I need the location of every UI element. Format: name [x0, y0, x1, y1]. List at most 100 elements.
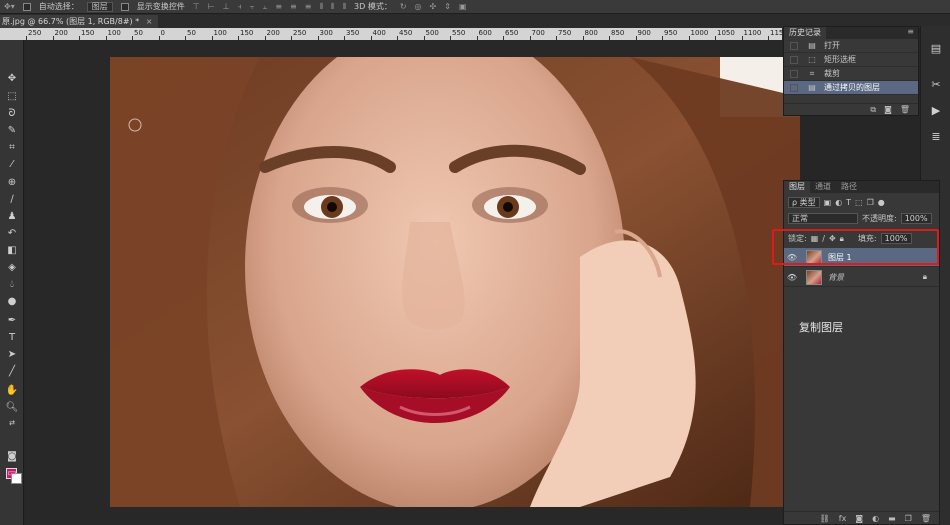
portrait-photo[interactable]	[110, 57, 800, 507]
screen-mode-icon[interactable]: ▭	[5, 467, 19, 480]
paint-bucket-icon[interactable]: ◈	[5, 261, 19, 274]
distribute-bottom-icon[interactable]: ≡	[305, 2, 312, 11]
tab-channels[interactable]: 通道	[810, 181, 836, 193]
ruler-tick-label: 1100	[743, 29, 762, 37]
quick-select-icon[interactable]: ✎	[5, 124, 19, 137]
zoom-icon[interactable]: 🔍︎	[5, 401, 19, 414]
options-bar: ✥▾ 自动选择： 图层 显示变换控件 ⊤ ⊢ ⊥ ⫞ ⫟ ⫠ ≡ ≡ ≡ ⦀ ⦀…	[0, 0, 950, 14]
healing-brush-icon[interactable]: ⊕	[5, 176, 19, 189]
ruler-tick-label: 200	[266, 29, 280, 37]
align-center-icon[interactable]: ⫟	[250, 2, 255, 12]
auto-select-dropdown[interactable]: 图层	[86, 1, 113, 12]
distribute-top-icon[interactable]: ≡	[275, 2, 282, 11]
filter-toggle-icon[interactable]: ●	[878, 198, 885, 207]
path-select-icon[interactable]: ➤	[5, 348, 19, 361]
portrait-image	[110, 57, 800, 507]
layer-row-background[interactable]: 👁︎ 背景 🔒︎	[784, 268, 939, 287]
delete-state-icon[interactable]: 🗑︎	[900, 105, 910, 114]
3d-roll-icon[interactable]: ◎	[415, 2, 422, 11]
brush-icon[interactable]: ∕	[5, 193, 19, 206]
horizontal-ruler[interactable]: 250 200 150 100 50 0 50 100 150 200 250 300 350 400 45…	[22, 28, 782, 40]
history-brush-icon[interactable]: ↶	[5, 227, 19, 240]
history-brush-source-checkbox[interactable]	[790, 69, 798, 78]
canvas-area[interactable]	[25, 40, 800, 525]
history-brush-source-checkbox[interactable]	[790, 41, 798, 50]
history-brush-source-checkbox[interactable]	[790, 55, 798, 64]
layer-mask-icon[interactable]: ◙	[855, 514, 863, 523]
move-tool-icon[interactable]: ✥	[5, 72, 19, 85]
distribute-center-icon[interactable]: ⦀	[331, 2, 335, 12]
history-item[interactable]: ▤ 通过拷贝的图层	[784, 81, 918, 95]
crop-icon: ⌗	[809, 68, 815, 78]
type-icon[interactable]: T	[5, 331, 19, 344]
align-top-icon[interactable]: ⊤	[193, 2, 200, 11]
filter-kind-dropdown[interactable]: ρ 类型	[788, 197, 820, 208]
document-tab[interactable]: 原.jpg @ 66.7% (图层 1, RGB/8#) * ×	[0, 15, 159, 28]
move-tool-icon[interactable]: ✥▾	[4, 2, 15, 11]
blur-icon[interactable]: 💧︎	[5, 278, 19, 291]
new-group-icon[interactable]: ▬	[888, 514, 896, 523]
panel-menu-icon[interactable]: ≡	[907, 27, 914, 36]
properties-icon[interactable]: ≣	[928, 128, 944, 144]
3d-scale-icon[interactable]: ▣	[459, 2, 467, 11]
adjustment-layer-icon[interactable]: ◐	[872, 514, 879, 523]
link-layers-icon[interactable]: ⛓	[820, 514, 830, 523]
dodge-icon[interactable]: ●	[5, 295, 19, 308]
3d-rotate-icon[interactable]: ↻	[400, 2, 407, 11]
3d-pan-icon[interactable]: ✣	[430, 2, 437, 11]
ruler-tick-label: 300	[319, 29, 333, 37]
history-panel-title[interactable]: 历史记录	[784, 27, 826, 39]
history-item[interactable]: ⬚ 矩形选框	[784, 53, 918, 67]
filter-smart-icon[interactable]: ❐	[867, 198, 874, 207]
ruler-tick-label: 0	[160, 29, 165, 37]
auto-select-label: 自动选择：	[38, 2, 79, 11]
history-item[interactable]: ▤ 打开	[784, 39, 918, 53]
blend-mode-dropdown[interactable]: 正常	[788, 213, 858, 224]
align-right-icon[interactable]: ⫠	[262, 2, 267, 12]
history-brush-source-checkbox[interactable]	[790, 83, 798, 92]
align-bottom-icon[interactable]: ⊥	[223, 2, 230, 11]
line-shape-icon[interactable]: ╱	[5, 365, 19, 378]
pen-icon[interactable]: ✒	[5, 314, 19, 327]
filter-adjust-icon[interactable]: ◐	[835, 198, 842, 207]
layer-style-icon[interactable]: fx	[839, 514, 847, 523]
clone-stamp-icon[interactable]: ♟	[5, 210, 19, 223]
swap-colors-icon[interactable]: ⇄	[5, 416, 19, 429]
filter-shape-icon[interactable]: ⬚	[855, 198, 863, 207]
distribute-right-icon[interactable]: ⦀	[343, 2, 347, 12]
close-tab-icon[interactable]: ×	[146, 17, 153, 26]
highlight-box	[772, 229, 939, 265]
lasso-icon[interactable]: ᘐ	[5, 107, 19, 120]
filter-pixel-icon[interactable]: ▣	[824, 198, 832, 207]
show-transform-checkbox[interactable]	[120, 2, 129, 11]
distribute-middle-icon[interactable]: ≡	[290, 2, 297, 11]
quick-mask-icon[interactable]: ◙	[5, 450, 19, 463]
tab-paths[interactable]: 路径	[836, 181, 862, 193]
actions-play-icon[interactable]: ▶	[928, 102, 944, 118]
delete-layer-icon[interactable]: 🗑︎	[921, 514, 931, 523]
visibility-eye-icon[interactable]: 👁︎	[784, 273, 800, 282]
eraser-icon[interactable]: ◧	[5, 244, 19, 257]
ruler-tick-label: 1050	[717, 29, 735, 37]
ruler-tick-label: 200	[54, 29, 68, 37]
new-layer-icon[interactable]: ❐	[905, 514, 912, 523]
tools-panel-icon[interactable]: ✂	[928, 76, 944, 92]
history-item[interactable]: ⌗ 裁剪	[784, 67, 918, 81]
align-middle-icon[interactable]: ⊢	[208, 2, 215, 11]
hand-icon[interactable]: ✋	[5, 384, 19, 397]
ruler-tick-label: 750	[558, 29, 572, 37]
new-snapshot-icon[interactable]: ◙	[884, 105, 892, 114]
ruler-tick-label: 1150	[770, 29, 782, 37]
new-document-from-state-icon[interactable]: ⧉	[870, 105, 876, 115]
auto-select-checkbox[interactable]	[22, 2, 31, 11]
eyedropper-icon[interactable]: ⁄	[5, 158, 19, 171]
distribute-left-icon[interactable]: ⦀	[319, 2, 323, 12]
align-left-icon[interactable]: ⫞	[238, 2, 242, 12]
3d-slide-icon[interactable]: ⇕	[444, 2, 451, 11]
opacity-input[interactable]: 100%	[900, 213, 932, 224]
tab-layers[interactable]: 图层	[784, 181, 810, 193]
filter-type-icon[interactable]: T	[846, 198, 851, 207]
history-panel-icon[interactable]: ▤	[928, 40, 944, 56]
rect-marquee-icon[interactable]: ⬚	[5, 90, 19, 103]
crop-icon[interactable]: ⌗	[5, 141, 19, 154]
